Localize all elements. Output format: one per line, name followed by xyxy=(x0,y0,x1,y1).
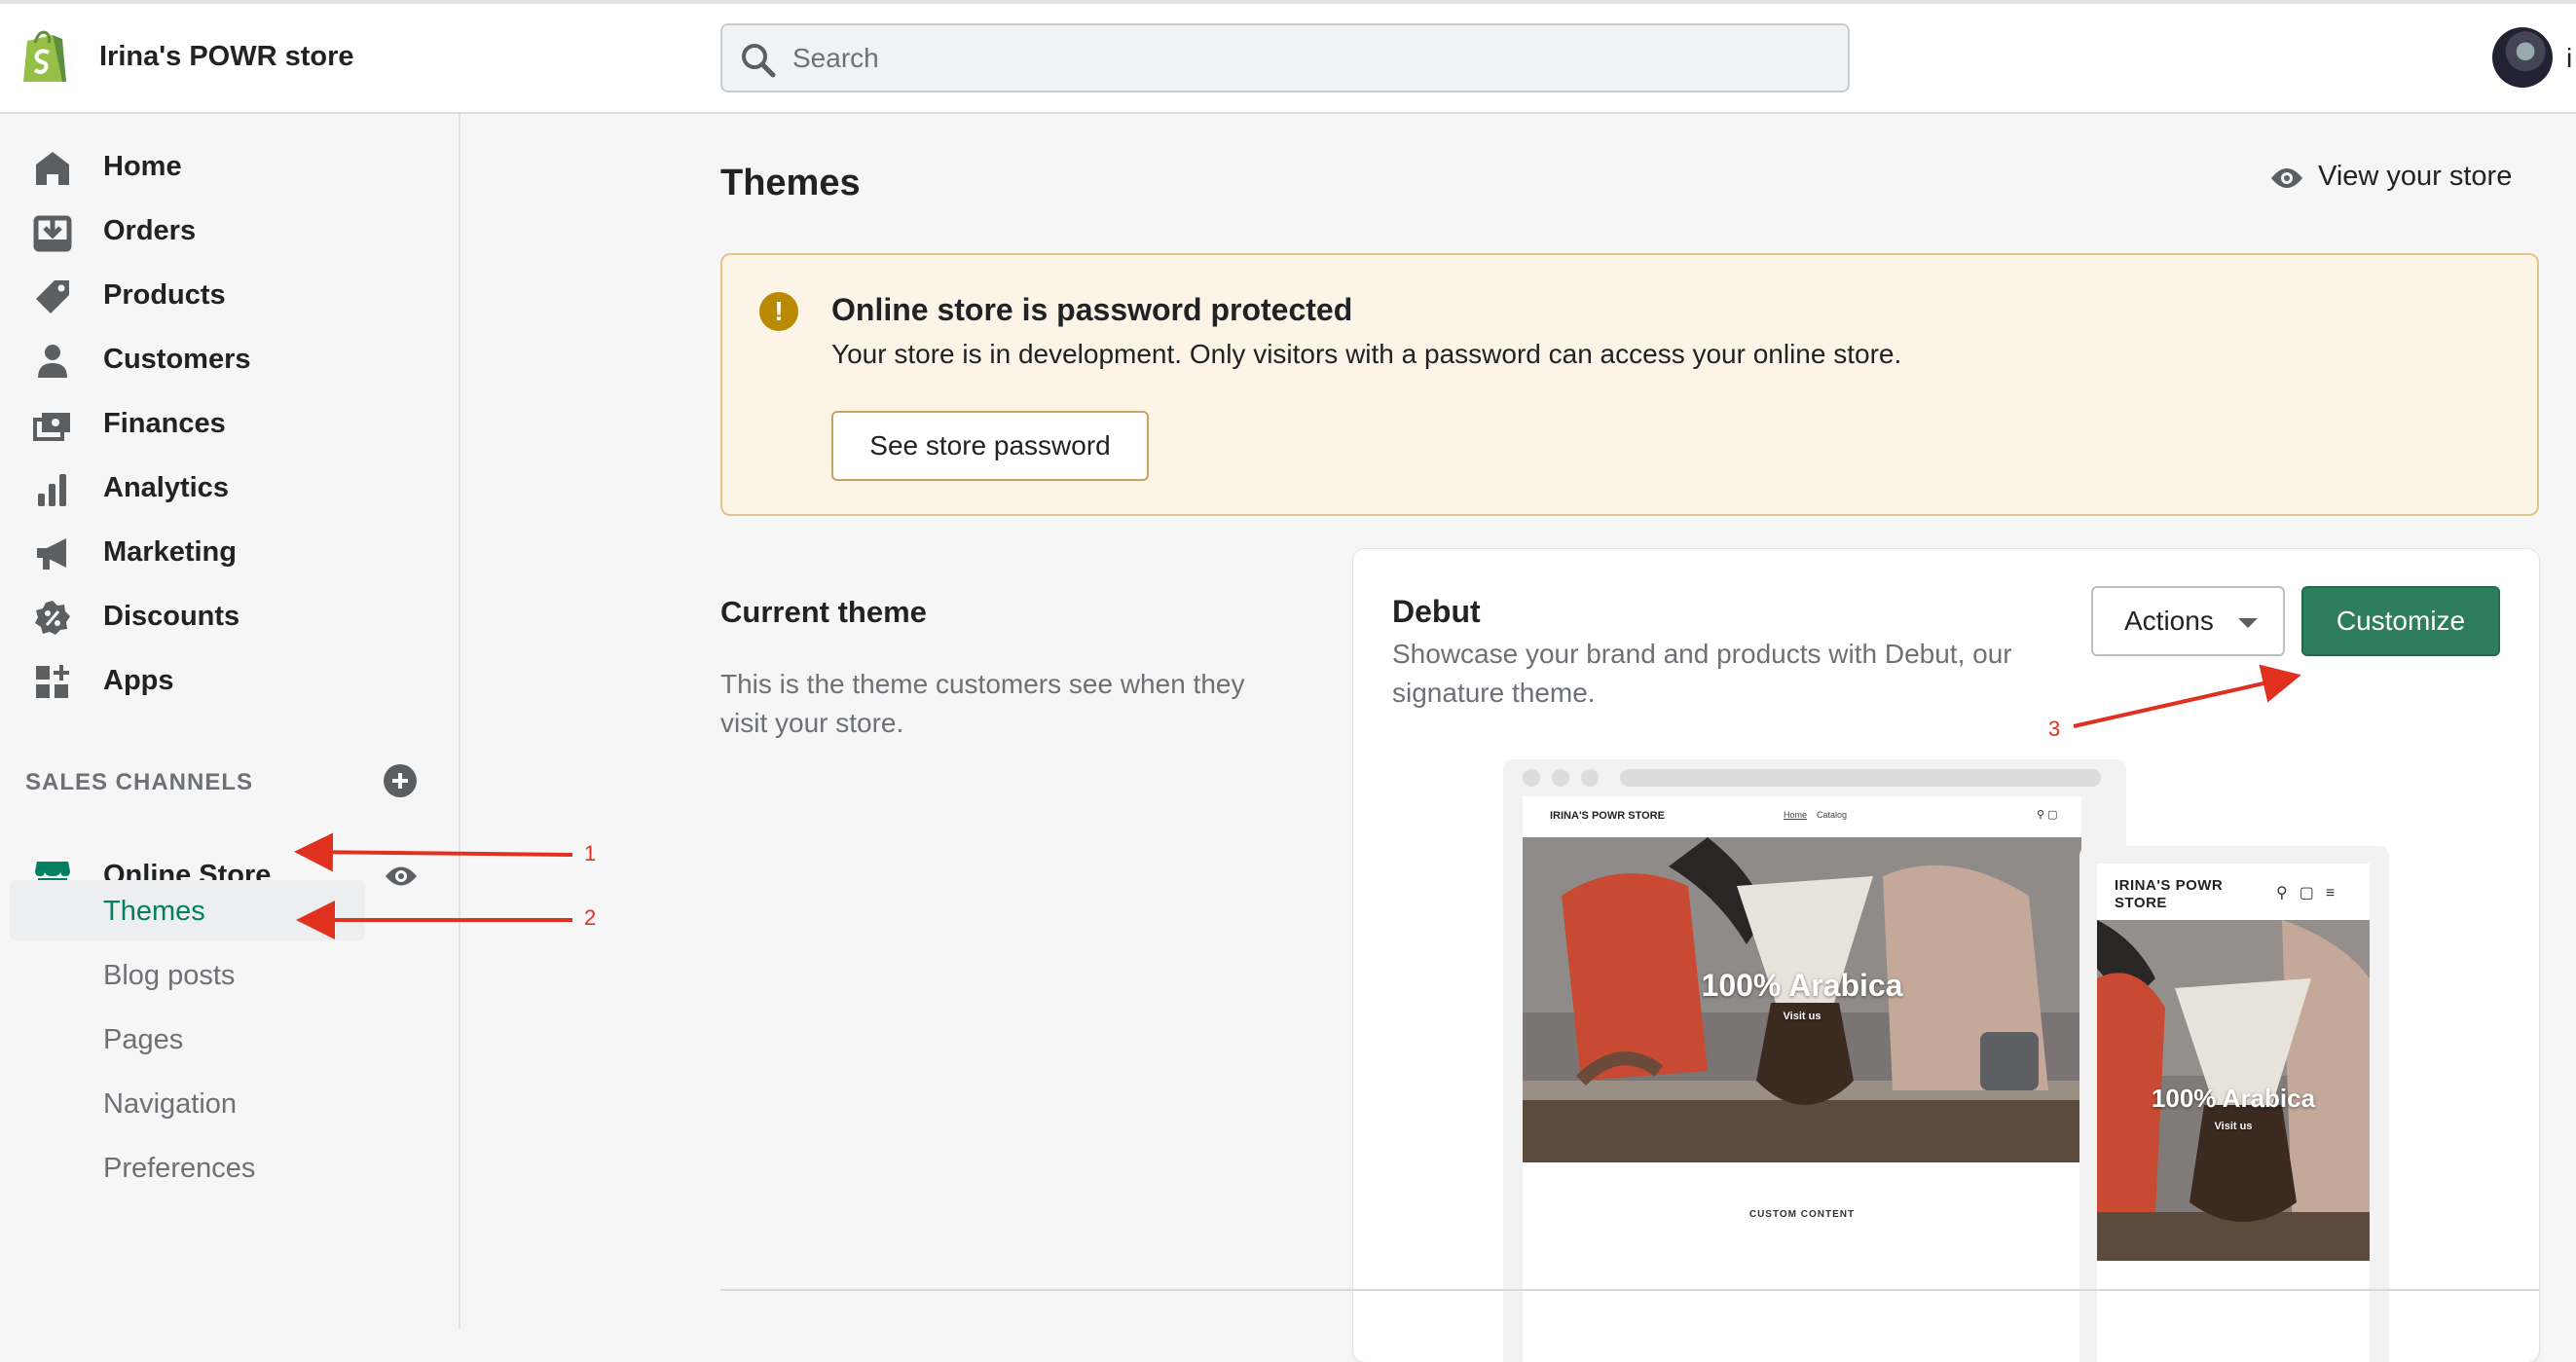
preview-header: IRINA'S POWR STORE Home Catalog ⚲ ▢ xyxy=(1523,796,2081,837)
actions-label: Actions xyxy=(2124,606,2214,636)
sidebar-subitem-label: Blog posts xyxy=(103,960,236,991)
actions-button[interactable]: Actions xyxy=(2091,586,2285,656)
sidebar-subitem-label: Navigation xyxy=(103,1088,238,1120)
preview-hero-title: 100% Arabica xyxy=(1701,968,1903,1003)
sidebar-item-finances[interactable]: Finances xyxy=(0,394,460,453)
search-input[interactable] xyxy=(792,39,1824,78)
home-icon xyxy=(36,152,69,185)
finances-icon xyxy=(33,413,70,441)
desktop-screen: IRINA'S POWR STORE Home Catalog ⚲ ▢ 100%… xyxy=(1523,796,2081,1362)
sidebar-item-label: Products xyxy=(103,279,226,311)
password-warning-banner: ! Online store is password protected You… xyxy=(720,253,2539,516)
sidebar-item-apps[interactable]: Apps xyxy=(0,651,460,710)
sidebar-subitem-pages[interactable]: Pages xyxy=(0,1009,370,1069)
mobile-preview: IRINA'S POWR STORE ⚲▢≡ 100% Arabica Visi… xyxy=(2079,846,2389,1362)
preview-header-icons: ⚲ ▢ xyxy=(2037,809,2058,821)
eye-icon xyxy=(2271,168,2302,188)
banner-text: Your store is in development. Only visit… xyxy=(831,339,1902,369)
current-theme-description: This is the theme customers see when the… xyxy=(720,669,1245,738)
bar-chart-icon xyxy=(38,474,66,506)
sidebar-item-label: Customers xyxy=(103,344,251,375)
top-bar: Irina's POWR store i xyxy=(0,0,2576,114)
sidebar-item-home[interactable]: Home xyxy=(0,137,460,196)
caret-down-icon xyxy=(2238,618,2258,628)
window-dot xyxy=(1552,769,1569,787)
preview-brand: IRINA'S POWR STORE xyxy=(1550,810,1665,822)
sidebar-item-products[interactable]: Products xyxy=(0,266,460,324)
sidebar-item-label: Home xyxy=(103,151,182,182)
theme-description: Showcase your brand and products with De… xyxy=(1392,639,2012,708)
theme-card: Debut Showcase your brand and products w… xyxy=(1353,549,2539,1362)
sidebar-subitem-themes[interactable]: Themes xyxy=(10,880,365,940)
page-title: Themes xyxy=(720,163,861,203)
sidebar-item-customers[interactable]: Customers xyxy=(0,330,460,388)
sidebar-item-label: Apps xyxy=(103,665,174,696)
sidebar-subitem-label: Pages xyxy=(103,1024,184,1055)
apps-icon xyxy=(36,665,69,698)
orders-icon xyxy=(33,215,72,252)
sidebar-item-orders[interactable]: Orders xyxy=(0,202,460,260)
preview-custom-content: CUSTOM CONTENT xyxy=(1748,1209,1856,1220)
annotation-label-1: 1 xyxy=(584,841,597,865)
desktop-preview: IRINA'S POWR STORE Home Catalog ⚲ ▢ 100%… xyxy=(1503,759,2126,1362)
sidebar-subitem-blog-posts[interactable]: Blog posts xyxy=(0,944,370,1005)
search-icon xyxy=(742,44,776,78)
sidebar-item-label: Analytics xyxy=(103,472,229,503)
sidebar-item-label: Orders xyxy=(103,215,197,246)
see-store-password-button[interactable]: See store password xyxy=(831,411,1149,481)
sidebar: Home Orders Products Customers Finances … xyxy=(0,114,460,1330)
sidebar-item-label: Marketing xyxy=(103,536,237,568)
warning-icon: ! xyxy=(759,292,798,331)
sidebar-subitem-label: Themes xyxy=(103,896,205,927)
account-name-truncated[interactable]: i xyxy=(2566,43,2576,73)
mobile-hero-link: Visit us xyxy=(2214,1121,2253,1132)
eye-icon[interactable] xyxy=(384,864,419,889)
main-content: Themes View your store ! Online store is… xyxy=(460,114,2576,1362)
sidebar-item-marketing[interactable]: Marketing xyxy=(0,523,460,581)
sales-channels-heading: SALES CHANNELS xyxy=(25,769,254,795)
sidebar-subitem-navigation[interactable]: Navigation xyxy=(0,1073,370,1133)
preview-hero-image: 100% Arabica Visit us xyxy=(1523,837,2081,1162)
mobile-screen: IRINA'S POWR STORE ⚲▢≡ 100% Arabica Visi… xyxy=(2097,864,2370,1362)
mobile-brand: IRINA'S POWR STORE xyxy=(2115,877,2224,911)
discount-icon xyxy=(35,601,70,635)
top-border xyxy=(0,0,2576,4)
view-store-label: View your store xyxy=(2318,161,2513,192)
browser-address-bar xyxy=(1620,769,2101,787)
sidebar-item-analytics[interactable]: Analytics xyxy=(0,459,460,517)
annotation-label-2: 2 xyxy=(584,905,597,930)
current-theme-heading: Current theme xyxy=(720,595,927,629)
banner-title: Online store is password protected xyxy=(831,292,1353,327)
customize-button[interactable]: Customize xyxy=(2301,586,2500,656)
person-icon xyxy=(38,345,67,378)
sidebar-item-label: Discounts xyxy=(103,601,240,632)
sidebar-subitem-label: Preferences xyxy=(103,1153,256,1184)
add-sales-channel-button[interactable] xyxy=(384,764,417,797)
store-name[interactable]: Irina's POWR store xyxy=(99,41,354,73)
sidebar-subitem-preferences[interactable]: Preferences xyxy=(0,1137,370,1197)
sidebar-item-discounts[interactable]: Discounts xyxy=(0,587,460,645)
preview-hero-link: Visit us xyxy=(1783,1011,1822,1022)
mobile-header-icons: ⚲▢≡ xyxy=(2276,885,2347,902)
preview-nav: Home Catalog xyxy=(1784,810,1848,820)
megaphone-icon xyxy=(37,538,66,570)
section-divider xyxy=(720,1289,2539,1291)
tag-icon xyxy=(36,280,69,313)
window-dot xyxy=(1523,769,1540,787)
mobile-hero-title: 100% Arabica xyxy=(2151,1084,2316,1113)
sidebar-item-label: Finances xyxy=(103,408,226,439)
theme-name: Debut xyxy=(1392,594,1481,629)
annotation-label-3: 3 xyxy=(2048,717,2061,741)
search-bar[interactable] xyxy=(720,23,1850,92)
avatar[interactable] xyxy=(2492,27,2553,88)
window-dot xyxy=(1581,769,1599,787)
mobile-hero-image: 100% Arabica Visit us xyxy=(2097,920,2370,1261)
shopify-logo-icon[interactable] xyxy=(19,27,70,84)
